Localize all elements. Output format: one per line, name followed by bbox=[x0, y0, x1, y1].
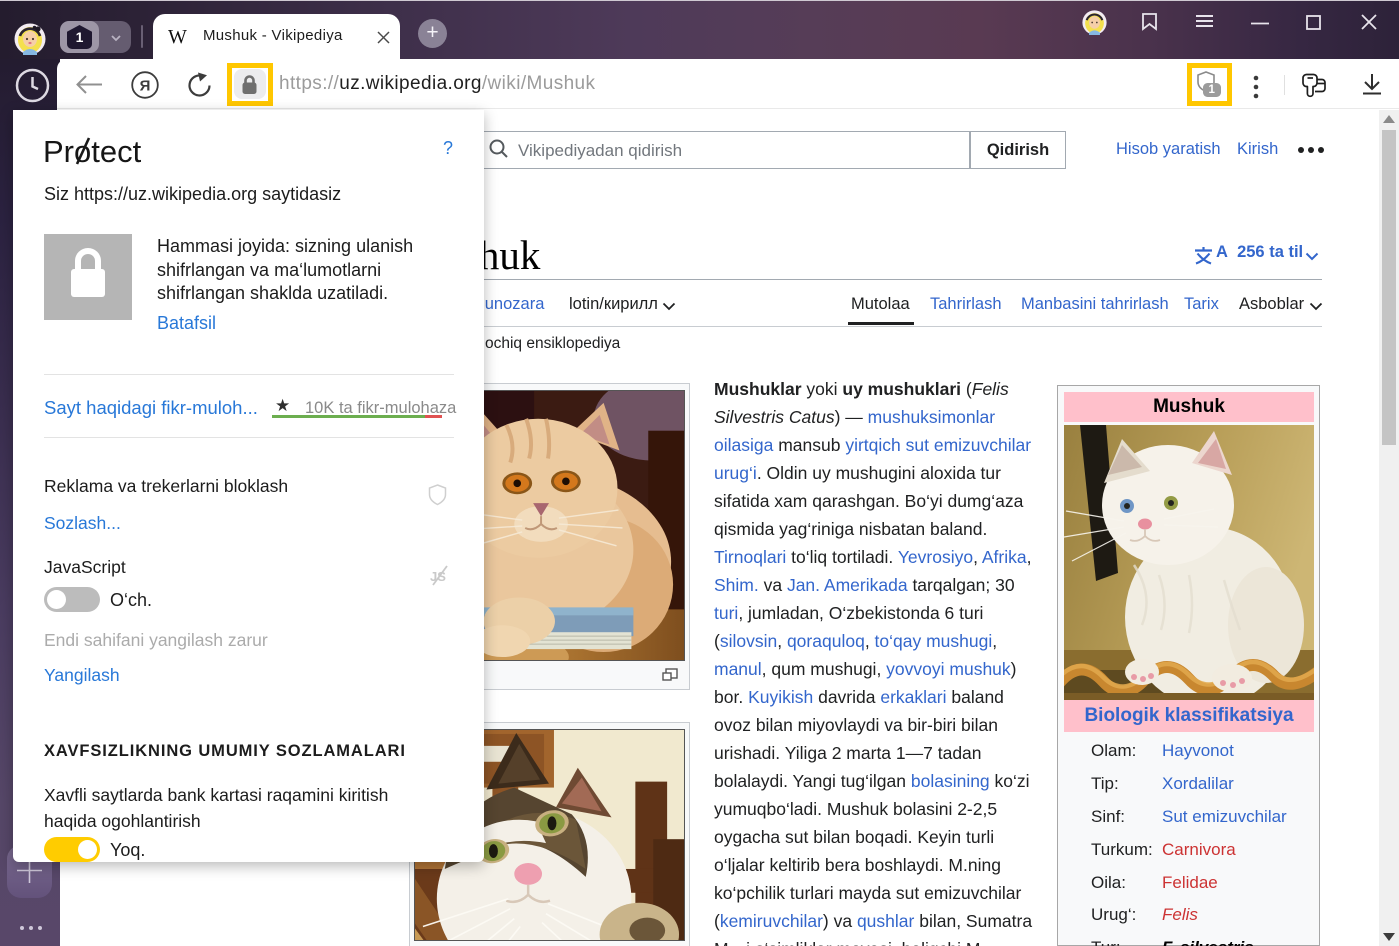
svg-text:Я: Я bbox=[140, 78, 151, 95]
